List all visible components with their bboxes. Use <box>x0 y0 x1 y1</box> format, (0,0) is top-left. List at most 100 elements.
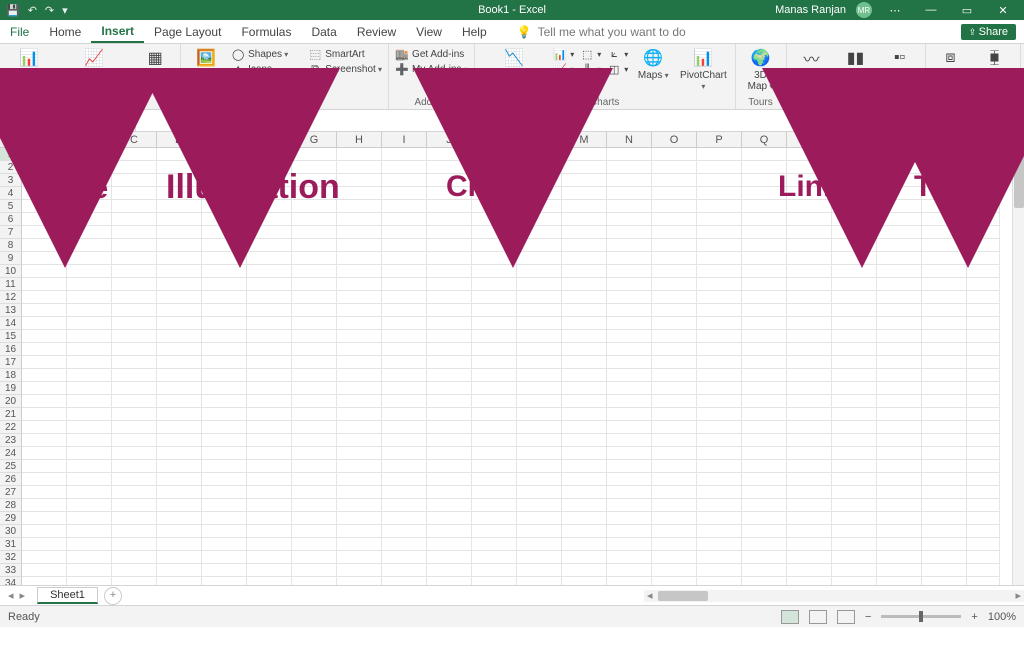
cell-H10[interactable] <box>337 265 382 278</box>
cell-D19[interactable] <box>157 382 202 395</box>
row-header-22[interactable]: 22 <box>0 421 22 434</box>
cell-C11[interactable] <box>112 278 157 291</box>
cell-N2[interactable] <box>607 161 652 174</box>
cell-I14[interactable] <box>382 317 427 330</box>
cell-S17[interactable] <box>832 356 877 369</box>
cell-O10[interactable] <box>652 265 697 278</box>
cell-M33[interactable] <box>562 564 607 577</box>
row-header-3[interactable]: 3 <box>0 174 22 187</box>
col-header-K[interactable]: K <box>472 132 517 147</box>
cell-P5[interactable] <box>697 200 742 213</box>
cell-H21[interactable] <box>337 408 382 421</box>
cell-O26[interactable] <box>652 473 697 486</box>
cell-V11[interactable] <box>967 278 1000 291</box>
cell-R23[interactable] <box>787 434 832 447</box>
tab-data[interactable]: Data <box>301 20 346 43</box>
row-header-2[interactable]: 2 <box>0 161 22 174</box>
cell-G20[interactable] <box>292 395 337 408</box>
cell-O25[interactable] <box>652 460 697 473</box>
cell-T13[interactable] <box>877 304 922 317</box>
cell-Q17[interactable] <box>742 356 787 369</box>
cell-L30[interactable] <box>517 525 562 538</box>
cell-H6[interactable] <box>337 213 382 226</box>
col-header-S[interactable]: S <box>832 132 877 147</box>
cell-R9[interactable] <box>787 252 832 265</box>
cell-K14[interactable] <box>472 317 517 330</box>
cell-S32[interactable] <box>832 551 877 564</box>
cell-I32[interactable] <box>382 551 427 564</box>
cell-F12[interactable] <box>247 291 292 304</box>
cell-D7[interactable] <box>157 226 202 239</box>
cell-D29[interactable] <box>157 512 202 525</box>
cell-N23[interactable] <box>607 434 652 447</box>
cell-A13[interactable] <box>22 304 67 317</box>
cell-S6[interactable] <box>832 213 877 226</box>
cell-E29[interactable] <box>202 512 247 525</box>
cell-J1[interactable] <box>427 148 472 161</box>
row-header-8[interactable]: 8 <box>0 239 22 252</box>
col-header-M[interactable]: M <box>562 132 607 147</box>
cell-J31[interactable] <box>427 538 472 551</box>
cell-L28[interactable] <box>517 499 562 512</box>
cell-M9[interactable] <box>562 252 607 265</box>
cell-V18[interactable] <box>967 369 1000 382</box>
cell-M34[interactable] <box>562 577 607 585</box>
cell-G8[interactable] <box>292 239 337 252</box>
cell-Q24[interactable] <box>742 447 787 460</box>
cell-U31[interactable] <box>922 538 967 551</box>
row-header-14[interactable]: 14 <box>0 317 22 330</box>
cell-M26[interactable] <box>562 473 607 486</box>
cell-D30[interactable] <box>157 525 202 538</box>
cell-F34[interactable] <box>247 577 292 585</box>
cell-U14[interactable] <box>922 317 967 330</box>
cell-K8[interactable] <box>472 239 517 252</box>
cell-D28[interactable] <box>157 499 202 512</box>
cell-B17[interactable] <box>67 356 112 369</box>
zoom-level[interactable]: 100% <box>988 611 1016 623</box>
cell-O17[interactable] <box>652 356 697 369</box>
cell-R22[interactable] <box>787 421 832 434</box>
cell-C14[interactable] <box>112 317 157 330</box>
cell-H8[interactable] <box>337 239 382 252</box>
cell-L12[interactable] <box>517 291 562 304</box>
cell-N32[interactable] <box>607 551 652 564</box>
cell-J33[interactable] <box>427 564 472 577</box>
cell-J13[interactable] <box>427 304 472 317</box>
cell-L27[interactable] <box>517 486 562 499</box>
cell-A32[interactable] <box>22 551 67 564</box>
cell-L6[interactable] <box>517 213 562 226</box>
cell-D33[interactable] <box>157 564 202 577</box>
cell-R27[interactable] <box>787 486 832 499</box>
cell-I28[interactable] <box>382 499 427 512</box>
cell-H20[interactable] <box>337 395 382 408</box>
cell-T21[interactable] <box>877 408 922 421</box>
cell-G30[interactable] <box>292 525 337 538</box>
cell-R16[interactable] <box>787 343 832 356</box>
cell-G27[interactable] <box>292 486 337 499</box>
cell-N25[interactable] <box>607 460 652 473</box>
cell-O23[interactable] <box>652 434 697 447</box>
cell-G1[interactable] <box>292 148 337 161</box>
cell-F22[interactable] <box>247 421 292 434</box>
cell-C15[interactable] <box>112 330 157 343</box>
sheet-tab-1[interactable]: Sheet1 <box>37 587 98 604</box>
cell-M15[interactable] <box>562 330 607 343</box>
cell-L9[interactable] <box>517 252 562 265</box>
cell-S9[interactable] <box>832 252 877 265</box>
cell-F13[interactable] <box>247 304 292 317</box>
prev-sheet-icon[interactable]: ◂ <box>8 589 14 602</box>
cell-I34[interactable] <box>382 577 427 585</box>
cell-C29[interactable] <box>112 512 157 525</box>
cell-M23[interactable] <box>562 434 607 447</box>
cell-T29[interactable] <box>877 512 922 525</box>
cell-R7[interactable] <box>787 226 832 239</box>
cell-I16[interactable] <box>382 343 427 356</box>
cell-O11[interactable] <box>652 278 697 291</box>
cell-A33[interactable] <box>22 564 67 577</box>
cell-S23[interactable] <box>832 434 877 447</box>
cell-A26[interactable] <box>22 473 67 486</box>
cell-P15[interactable] <box>697 330 742 343</box>
cell-J12[interactable] <box>427 291 472 304</box>
cell-K30[interactable] <box>472 525 517 538</box>
cell-I6[interactable] <box>382 213 427 226</box>
